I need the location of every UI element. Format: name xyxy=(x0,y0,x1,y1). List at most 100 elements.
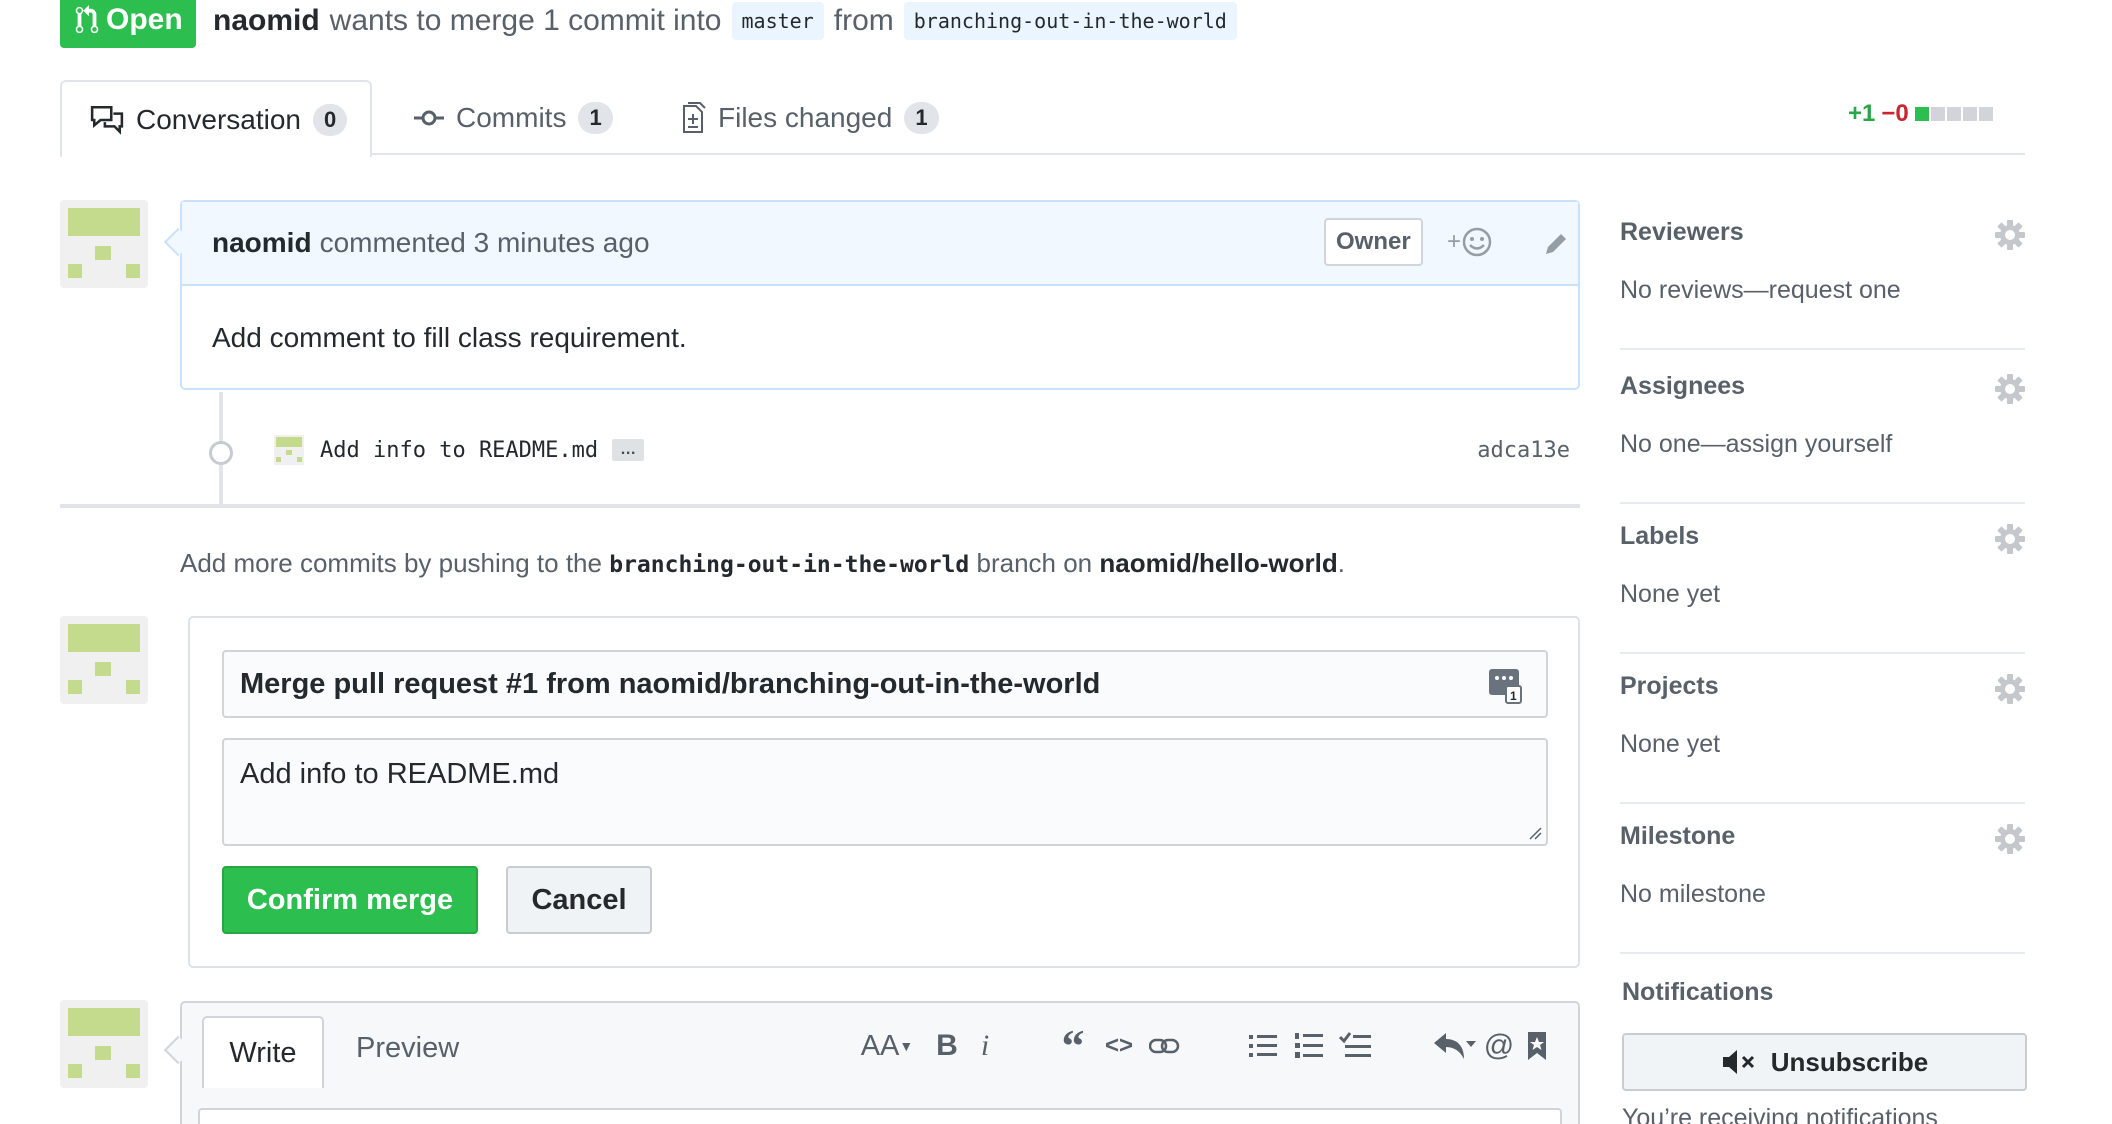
sidebar-value[interactable]: No reviews—request one xyxy=(1620,276,1901,305)
sidebar-title[interactable]: Milestone xyxy=(1620,822,1735,851)
plus-label: + xyxy=(1447,228,1462,255)
merge-title-value: Merge pull request #1 from naomid/branch… xyxy=(240,667,1101,700)
tab-files-changed[interactable]: Files changed 1 xyxy=(680,80,939,155)
comment-author[interactable]: naomid xyxy=(212,227,312,259)
timeline-comment: naomid commented 3 minutes ago Owner + A… xyxy=(180,200,1580,390)
gear-icon[interactable] xyxy=(1995,220,2025,255)
sidebar-value[interactable]: No milestone xyxy=(1620,880,1766,909)
unordered-list-icon[interactable] xyxy=(1240,1033,1286,1059)
commit-message[interactable]: Add info to README.md xyxy=(320,438,598,463)
tab-counter: 1 xyxy=(578,101,613,134)
sidebar-title[interactable]: Assignees xyxy=(1620,372,1745,401)
pr-state-label: Open xyxy=(106,3,183,36)
diffstat-block xyxy=(1978,107,1993,121)
git-commit-icon xyxy=(414,110,444,125)
git-pull-request-icon xyxy=(75,5,99,34)
text-size-icon[interactable]: AA ▼ xyxy=(858,1030,916,1063)
diffstat-block xyxy=(1946,107,1961,121)
sidebar-value[interactable]: None yet xyxy=(1620,580,1720,609)
mention-icon[interactable]: @ xyxy=(1480,1029,1518,1063)
gear-icon[interactable] xyxy=(1995,374,2025,409)
tab-counter: 0 xyxy=(312,103,348,136)
tab-label: Commits xyxy=(456,101,567,133)
gear-icon[interactable] xyxy=(1995,524,2025,559)
gear-icon[interactable] xyxy=(1995,824,2025,859)
bold-icon[interactable]: B xyxy=(924,1029,970,1063)
push-note-repo[interactable]: naomid/hello-world xyxy=(1099,548,1337,578)
push-note-text: branch on xyxy=(976,548,1093,578)
cancel-button[interactable]: Cancel xyxy=(506,866,652,934)
diffstat-block xyxy=(1930,107,1945,121)
merge-body-textarea[interactable]: Add info to README.md xyxy=(222,738,1548,846)
avatar[interactable] xyxy=(60,200,148,288)
saved-replies-icon[interactable]: 1 xyxy=(1488,668,1522,704)
tab-label: Files changed xyxy=(718,101,893,133)
merge-body-value: Add info to README.md xyxy=(240,758,560,790)
push-note-branch: branching-out-in-the-world xyxy=(609,552,970,578)
push-note: Add more commits by pushing to the branc… xyxy=(180,548,1345,579)
code-icon[interactable]: <> xyxy=(1096,1032,1142,1060)
tab-label: Conversation xyxy=(136,103,301,135)
markdown-toolbar: AA ▼ B i “ <> @ xyxy=(858,1020,1556,1071)
author-link[interactable]: naomid xyxy=(213,4,320,38)
add-reaction-button[interactable]: + xyxy=(1447,226,1493,258)
diffstat-block xyxy=(1962,107,1977,121)
saved-reply-icon[interactable] xyxy=(1518,1031,1556,1061)
resize-handle-icon[interactable] xyxy=(1528,826,1542,840)
smiley-icon xyxy=(1462,227,1492,257)
commit-sha[interactable]: adca13e xyxy=(1477,438,1570,463)
avatar[interactable] xyxy=(60,616,148,704)
pr-state-badge: Open xyxy=(60,0,196,48)
timeline-separator xyxy=(60,504,1580,508)
tab-counter: 1 xyxy=(904,101,939,134)
sidebar-labels: Labels None yet xyxy=(1620,522,2025,654)
comment-timestamp[interactable]: commented 3 minutes ago xyxy=(320,227,650,259)
push-note-text: Add more commits by pushing to the xyxy=(180,548,602,578)
gear-icon[interactable] xyxy=(1995,674,2025,709)
sidebar-title[interactable]: Labels xyxy=(1620,522,1699,551)
merge-text-from: from xyxy=(833,4,894,37)
sidebar-milestone: Milestone No milestone xyxy=(1620,822,2025,954)
push-note-period: . xyxy=(1337,548,1345,578)
unsubscribe-button[interactable]: Unsubscribe xyxy=(1622,1033,2027,1091)
ordered-list-icon[interactable] xyxy=(1286,1032,1332,1060)
sidebar-value[interactable]: None yet xyxy=(1620,730,1720,759)
confirm-merge-button[interactable]: Confirm merge xyxy=(222,866,478,934)
comment-textarea[interactable] xyxy=(198,1108,1562,1124)
owner-badge: Owner xyxy=(1324,218,1423,266)
link-icon[interactable] xyxy=(1142,1035,1188,1057)
notifications-title: Notifications xyxy=(1622,978,1774,1006)
pencil-icon[interactable] xyxy=(1542,230,1570,258)
tab-conversation[interactable]: Conversation 0 xyxy=(60,80,372,157)
commit-row: Add info to README.md … adca13e xyxy=(200,425,1580,475)
reply-icon[interactable] xyxy=(1428,1031,1480,1061)
diffstat: +1 −0 xyxy=(1848,100,1995,128)
base-branch[interactable]: master xyxy=(731,2,824,40)
tab-write[interactable]: Write xyxy=(202,1016,324,1088)
tab-commits[interactable]: Commits 1 xyxy=(414,80,613,155)
mute-icon xyxy=(1722,1050,1754,1074)
italic-icon[interactable]: i xyxy=(970,1029,1000,1063)
quote-icon[interactable]: “ xyxy=(1050,1020,1096,1071)
notifications-note: You’re receiving notifications xyxy=(1622,1104,1938,1124)
sidebar-title[interactable]: Reviewers xyxy=(1620,218,1744,247)
merge-title-input[interactable]: Merge pull request #1 from naomid/branch… xyxy=(222,650,1548,718)
tab-preview[interactable]: Preview xyxy=(356,1032,459,1065)
sidebar-title[interactable]: Projects xyxy=(1620,672,1719,701)
sidebar-reviewers: Reviewers No reviews—request one xyxy=(1620,218,2025,350)
sidebar-value[interactable]: No one—assign yourself xyxy=(1620,430,1892,459)
avatar[interactable] xyxy=(60,1000,148,1088)
comment-header: naomid commented 3 minutes ago Owner + xyxy=(182,202,1578,286)
sidebar-assignees: Assignees No one—assign yourself xyxy=(1620,372,2025,504)
comment-body: Add comment to fill class requirement. xyxy=(212,322,687,353)
expand-commit-button[interactable]: … xyxy=(612,439,645,461)
text-size-glyph: AA xyxy=(860,1029,900,1062)
commit-avatar[interactable] xyxy=(274,435,304,465)
head-branch[interactable]: branching-out-in-the-world xyxy=(903,2,1237,40)
merge-summary: naomid wants to merge 1 commit into mast… xyxy=(213,0,1237,42)
task-list-icon[interactable] xyxy=(1332,1032,1378,1060)
svg-text:1: 1 xyxy=(1510,689,1517,703)
comment-discussion-icon xyxy=(90,105,124,135)
merge-text: wants to merge 1 commit into xyxy=(329,4,722,37)
unsubscribe-label: Unsubscribe xyxy=(1770,1046,1929,1077)
